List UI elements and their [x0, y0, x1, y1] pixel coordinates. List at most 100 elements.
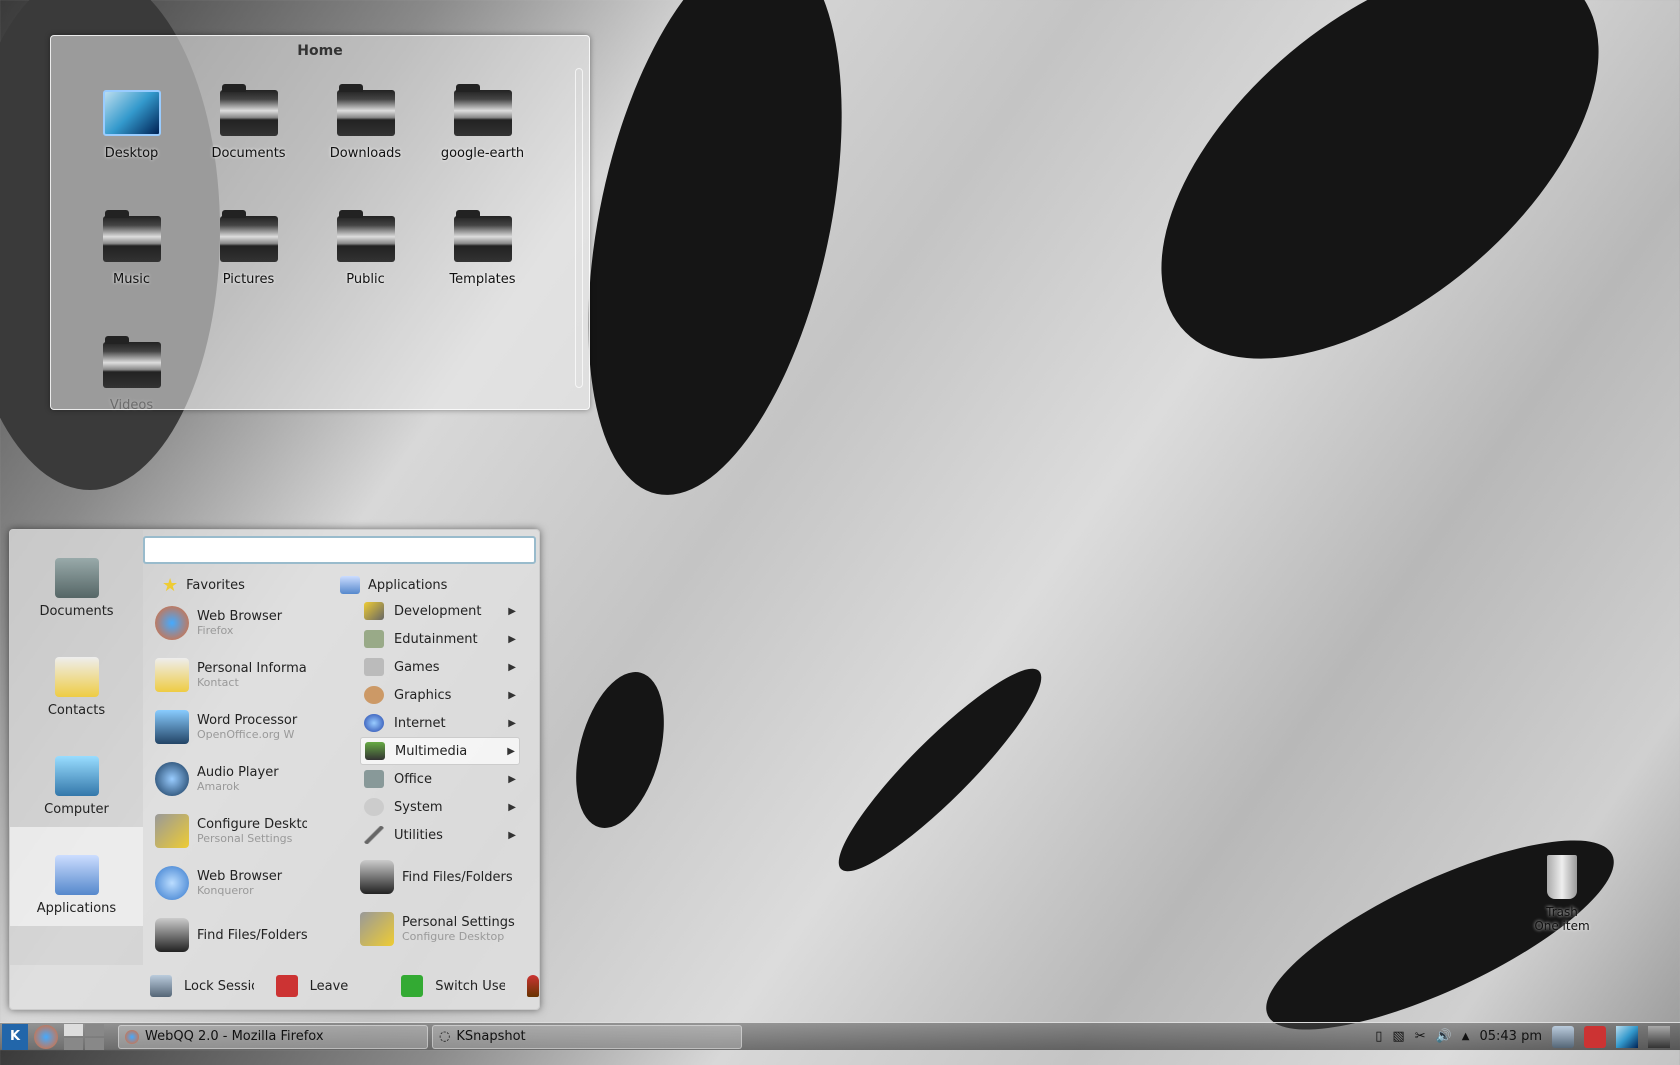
switch-user-icon: [401, 975, 424, 997]
typewriter-icon: [54, 558, 99, 598]
sidebar-item-computer[interactable]: Computer: [10, 728, 143, 827]
power-icon: [275, 975, 298, 997]
category-graphics[interactable]: Graphics ▶: [360, 681, 520, 709]
folder-icon: [219, 210, 278, 262]
chevron-right-icon: ▶: [508, 801, 516, 813]
favorite-word-processor[interactable]: Word Processor OpenOffice.org W: [155, 701, 315, 753]
favorite-find-files[interactable]: Find Files/Folders: [155, 909, 315, 961]
category-development[interactable]: Development ▶: [360, 597, 520, 625]
chevron-right-icon: ▶: [508, 829, 516, 841]
panel-title: Home: [297, 43, 343, 59]
internet-icon: [364, 714, 384, 732]
folder-icon: [453, 84, 512, 136]
star-icon: ★: [162, 574, 179, 596]
games-icon: [364, 658, 384, 676]
category-system[interactable]: System ▶: [360, 793, 520, 821]
power-icon[interactable]: [1584, 1025, 1606, 1048]
lock-icon[interactable]: [1552, 1025, 1574, 1048]
tools-icon: [155, 814, 189, 848]
folder-public[interactable]: Public: [307, 210, 424, 316]
favorite-configure-desktop[interactable]: Configure Deskto Personal Settings: [155, 805, 315, 857]
app-find-files[interactable]: Find Files/Folders: [360, 853, 520, 901]
folder-google-earth[interactable]: google-earth: [424, 84, 541, 190]
folder-icon: [336, 84, 395, 136]
applications-icon: [340, 576, 360, 594]
category-edutainment[interactable]: Edutainment ▶: [360, 625, 520, 653]
sidebar-item-applications[interactable]: Applications: [10, 827, 143, 926]
category-multimedia[interactable]: Multimedia ▶: [360, 737, 520, 765]
favorite-amarok[interactable]: Audio Player Amarok: [155, 753, 315, 805]
folder-videos[interactable]: Videos: [73, 336, 190, 442]
switch-user-button[interactable]: Switch User: [401, 975, 515, 997]
favorite-konqueror[interactable]: Web Browser Konqueror: [155, 857, 315, 909]
network-icon[interactable]: ▧: [1392, 1029, 1404, 1044]
task-ksnapshot[interactable]: ◌ KSnapshot: [432, 1024, 742, 1049]
kde-launcher-icon[interactable]: K: [2, 1023, 28, 1050]
multimedia-icon: [365, 742, 385, 760]
category-internet[interactable]: Internet ▶: [360, 709, 520, 737]
chevron-right-icon: ▶: [508, 717, 516, 729]
wallpaper-shadow: [1090, 0, 1670, 435]
folder-icon: [219, 84, 278, 136]
tab-applications[interactable]: Applications: [340, 572, 447, 598]
binoculars-icon: [155, 918, 189, 952]
favorite-kontact[interactable]: Personal Informa Kontact: [155, 649, 315, 701]
search-input[interactable]: [143, 536, 536, 564]
firefox-launcher-icon[interactable]: [34, 1024, 58, 1049]
trash-desktop-icon[interactable]: Trash One item: [1532, 855, 1592, 933]
favorites-list: Web Browser Firefox Personal Informa Konta…: [155, 597, 315, 961]
leave-button[interactable]: Leave: [275, 975, 390, 997]
chevron-right-icon: ▶: [507, 745, 515, 757]
konqueror-icon: [155, 866, 189, 900]
task-firefox[interactable]: WebQQ 2.0 - Mozilla Firefox: [118, 1024, 428, 1049]
kontact-icon: [155, 658, 189, 692]
menu-bottom-bar: Lock Session Leave Switch User: [10, 963, 540, 1009]
system-monitor-icon[interactable]: [1648, 1025, 1670, 1048]
folder-music[interactable]: Music: [73, 210, 190, 316]
computer-icon: [54, 756, 99, 796]
panel-scrollbar[interactable]: [575, 68, 583, 388]
folder-icon: [336, 210, 395, 262]
tray-expand-icon[interactable]: ▲: [1462, 1031, 1470, 1042]
category-office[interactable]: Office ▶: [360, 765, 520, 793]
sidebar-item-contacts[interactable]: Contacts: [10, 629, 143, 728]
clock[interactable]: 05:43 pm: [1479, 1029, 1542, 1044]
home-folder-view: Home Desktop Documents Downloads google-…: [50, 35, 590, 413]
applications-icon: [54, 855, 99, 895]
pager[interactable]: [64, 1023, 104, 1050]
folder-icon: [102, 336, 161, 388]
firefox-icon: [155, 606, 189, 640]
tab-favorites[interactable]: ★ Favorites: [162, 572, 245, 598]
category-utilities[interactable]: Utilities ▶: [360, 821, 520, 849]
trash-icon: [1547, 855, 1577, 899]
folder-documents[interactable]: Documents: [190, 84, 307, 190]
show-desktop-icon[interactable]: [1616, 1025, 1638, 1048]
clipboard-icon[interactable]: ▯: [1375, 1029, 1382, 1044]
lock-session-button[interactable]: Lock Session: [150, 975, 264, 997]
binoculars-icon: [360, 860, 394, 894]
menu-sidebar: Documents Contacts Computer Applications: [10, 530, 143, 965]
favorite-firefox[interactable]: Web Browser Firefox: [155, 597, 315, 649]
category-games[interactable]: Games ▶: [360, 653, 520, 681]
folder-downloads[interactable]: Downloads: [307, 84, 424, 190]
folder-templates[interactable]: Templates: [424, 210, 541, 316]
folder-icon: [453, 210, 512, 262]
chevron-right-icon: ▶: [508, 689, 516, 701]
folder-pictures[interactable]: Pictures: [190, 210, 307, 316]
ksnapshot-icon: ◌: [439, 1029, 451, 1044]
wallpaper-shadow: [544, 0, 886, 518]
folder-desktop[interactable]: Desktop: [73, 86, 190, 190]
sidebar-item-documents[interactable]: Documents: [10, 530, 143, 629]
taskbar: K WebQQ 2.0 - Mozilla Firefox ◌ KSnapshot…: [0, 1022, 1680, 1050]
app-personal-settings[interactable]: Personal Settings Configure Desktop: [360, 905, 520, 953]
wallpaper-shadow: [560, 662, 680, 838]
system-icon: [364, 798, 384, 816]
wallpaper-shadow: [819, 649, 1061, 891]
chevron-right-icon: ▶: [508, 633, 516, 645]
graphics-icon: [364, 686, 384, 704]
scissors-icon[interactable]: ✂: [1415, 1029, 1426, 1044]
kickoff-menu: Documents Contacts Computer Applications…: [9, 529, 540, 1010]
edutainment-icon: [364, 630, 384, 648]
desktop-icon: [102, 90, 161, 136]
volume-icon[interactable]: 🔊: [1436, 1029, 1452, 1044]
